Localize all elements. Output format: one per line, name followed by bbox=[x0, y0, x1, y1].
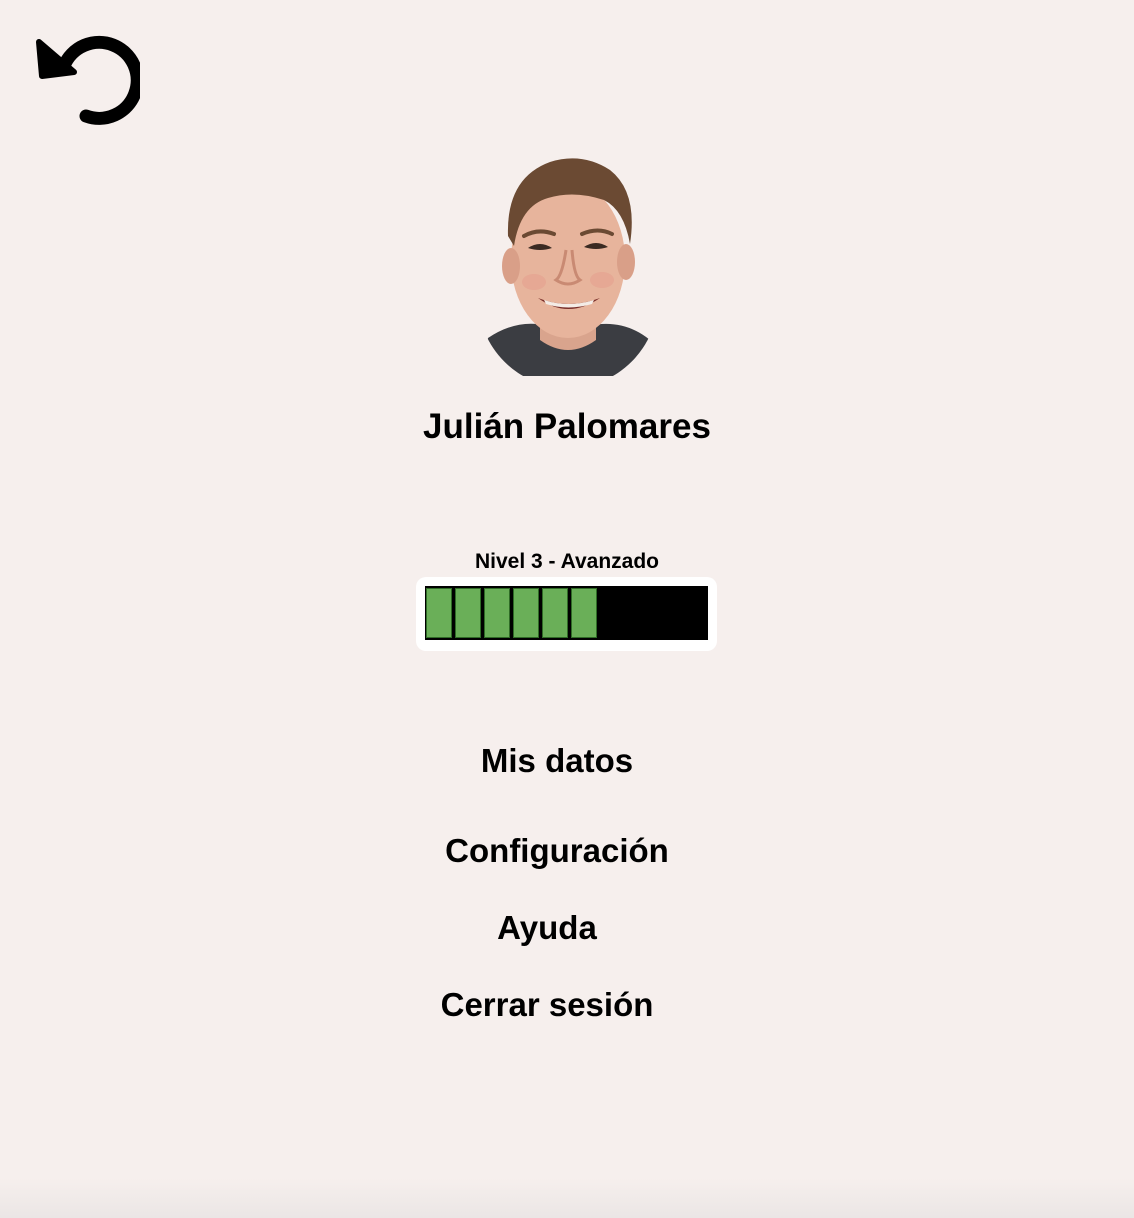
undo-arrow-icon bbox=[36, 35, 140, 125]
menu-item-mis-datos[interactable]: Mis datos bbox=[0, 740, 1124, 782]
menu-item-cerrar-sesion[interactable]: Cerrar sesión bbox=[0, 984, 1114, 1026]
back-button[interactable] bbox=[34, 28, 140, 128]
avatar bbox=[478, 148, 658, 376]
progress-segment bbox=[571, 588, 597, 638]
bottom-shade bbox=[0, 1178, 1134, 1218]
progress-segment bbox=[513, 588, 539, 638]
menu-item-configuracion[interactable]: Configuración bbox=[0, 830, 1124, 872]
user-photo bbox=[478, 148, 658, 376]
level-progress-bar bbox=[416, 577, 717, 651]
menu-item-ayuda[interactable]: Ayuda bbox=[0, 907, 1114, 949]
progress-segment bbox=[484, 588, 510, 638]
progress-segment bbox=[542, 588, 568, 638]
user-name: Julián Palomares bbox=[423, 407, 711, 446]
level-label: Nivel 3 - Avanzado bbox=[475, 550, 659, 573]
progress-segment bbox=[426, 588, 452, 638]
progress-segment bbox=[455, 588, 481, 638]
level-progress-track bbox=[425, 586, 708, 640]
